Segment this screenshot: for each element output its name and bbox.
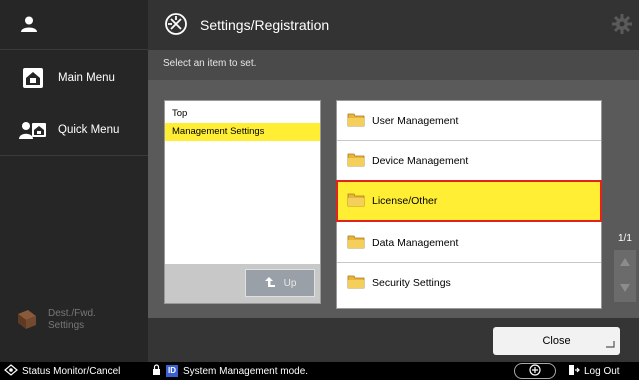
main-menu-button[interactable]: Main Menu — [0, 52, 148, 104]
header-bar: Settings/Registration — [148, 0, 639, 50]
left-sidebar: Main Menu Quick Menu Dest./Fwd. Settings — [0, 0, 148, 362]
status-monitor-button[interactable]: Status Monitor/Cancel — [4, 363, 121, 379]
tree-item-management-settings[interactable]: Management Settings — [165, 123, 320, 141]
settings-icon — [164, 12, 188, 39]
status-bar: Status Monitor/Cancel ID System Manageme… — [0, 362, 639, 380]
folder-icon — [347, 192, 365, 210]
network-icon — [527, 363, 543, 379]
close-button[interactable]: Close — [493, 327, 620, 355]
page-indicator: 1/1 — [618, 233, 632, 244]
quick-menu-button[interactable]: Quick Menu — [0, 104, 148, 156]
list-item-label: Data Management — [372, 236, 459, 249]
list-item-security-settings[interactable]: Security Settings — [337, 263, 601, 303]
list-item-label: User Management — [372, 114, 459, 127]
home-icon — [16, 67, 50, 89]
list-item-license-other[interactable]: License/Other — [336, 180, 602, 222]
quick-menu-label: Quick Menu — [58, 123, 120, 136]
list-item-user-management[interactable]: User Management — [337, 101, 601, 141]
list-item-device-management[interactable]: Device Management — [337, 141, 601, 181]
dest-fwd-settings-button[interactable]: Dest./Fwd. Settings — [0, 294, 148, 346]
address-book-icon — [16, 308, 38, 333]
status-monitor-icon — [4, 363, 18, 379]
folder-icon — [347, 274, 365, 292]
triangle-up-icon — [620, 257, 630, 269]
return-corner-icon — [606, 339, 615, 351]
quick-menu-icon — [16, 120, 50, 140]
instruction-text: Select an item to set. — [163, 58, 257, 69]
mode-indicator: ID System Management mode. — [152, 364, 308, 378]
list-item-data-management[interactable]: Data Management — [337, 223, 601, 263]
footer-bar: Close — [148, 318, 639, 362]
instruction-band: Select an item to set. — [148, 50, 639, 80]
main-menu-label: Main Menu — [58, 72, 115, 84]
dest-fwd-label-line1: Dest./Fwd. — [48, 308, 96, 319]
content-area: Top Management Settings Up User Manageme… — [148, 80, 639, 318]
lock-icon — [152, 364, 161, 378]
up-button[interactable]: Up — [245, 269, 315, 297]
scroll-up-button[interactable] — [614, 250, 636, 276]
tree-footer: Up — [164, 264, 321, 304]
list-item-label: License/Other — [372, 194, 438, 207]
page-title: Settings/Registration — [200, 17, 330, 33]
scroll-down-button[interactable] — [614, 276, 636, 302]
user-icon — [20, 15, 38, 36]
folder-icon — [347, 234, 365, 252]
settings-list: User Management Device Management Licens… — [336, 100, 602, 309]
gear-icon[interactable] — [611, 13, 633, 38]
triangle-down-icon — [620, 283, 630, 295]
folder-icon — [347, 152, 365, 170]
dest-fwd-settings-label: Dest./Fwd. Settings — [48, 308, 96, 332]
logout-label: Log Out — [584, 366, 620, 377]
up-arrow-icon — [264, 276, 276, 291]
logout-icon — [568, 364, 580, 379]
list-item-label: Device Management — [372, 154, 469, 167]
up-button-label: Up — [283, 277, 297, 289]
mode-text: System Management mode. — [183, 365, 309, 377]
tree-item-top[interactable]: Top — [165, 105, 320, 123]
dest-fwd-label-line2: Settings — [48, 320, 85, 331]
folder-icon — [347, 112, 365, 130]
network-status-button[interactable] — [514, 363, 556, 379]
list-item-label: Security Settings — [372, 277, 451, 289]
close-button-label: Close — [542, 335, 571, 347]
logout-button[interactable]: Log Out — [568, 364, 620, 379]
status-monitor-label: Status Monitor/Cancel — [22, 365, 121, 377]
id-badge: ID — [166, 365, 178, 377]
user-area[interactable] — [0, 0, 148, 50]
